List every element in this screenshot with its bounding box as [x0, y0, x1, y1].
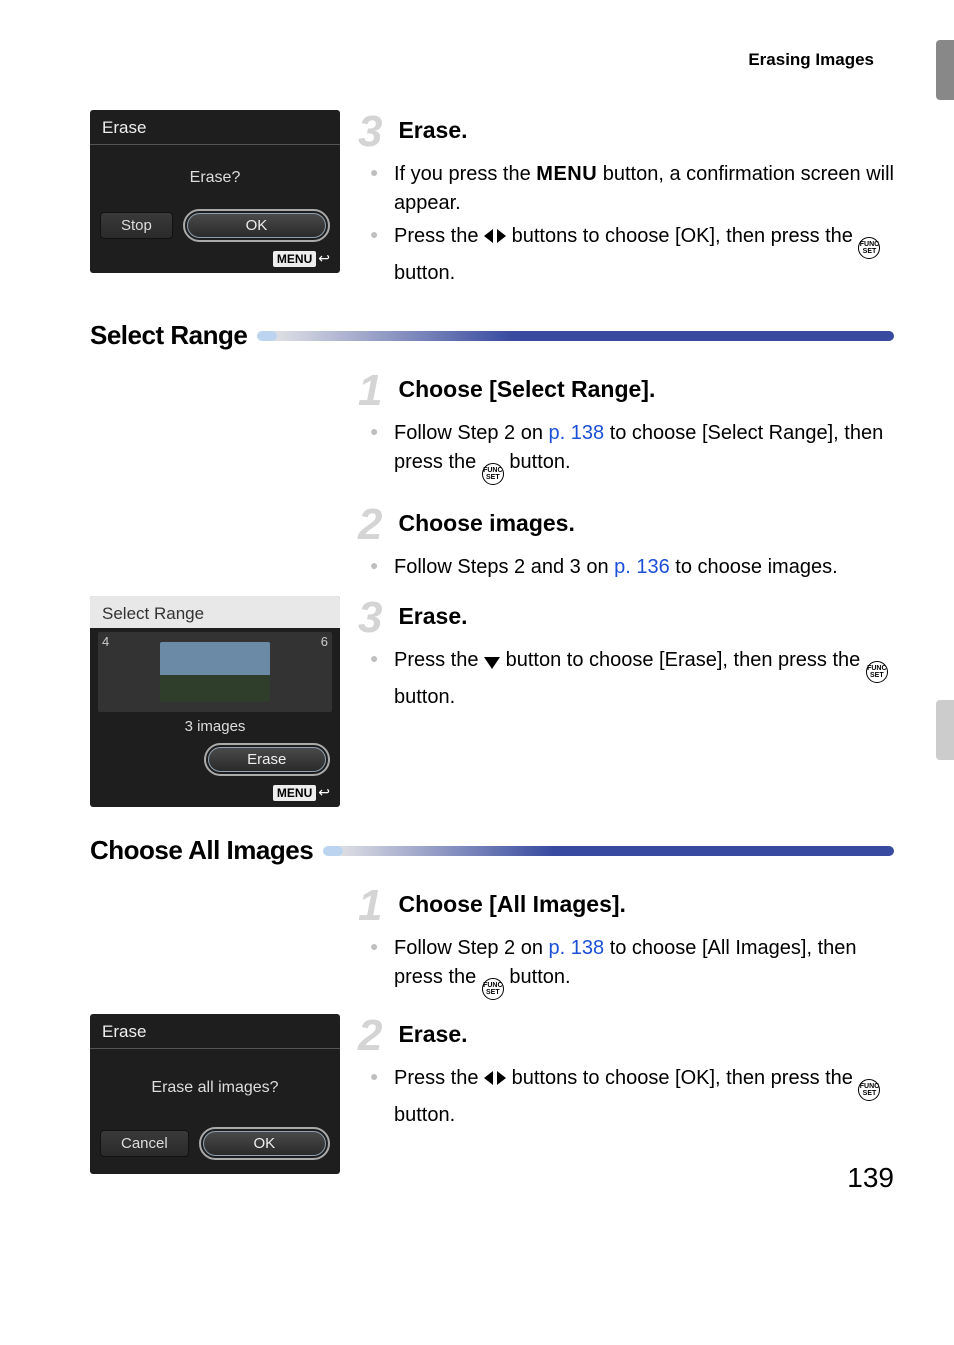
section-divider: [327, 846, 894, 856]
lcd-select-range: Select Range 4 6 3 images Erase MENU ↩: [90, 596, 340, 807]
back-icon: ↩: [318, 784, 330, 801]
page: Erasing Images Erase Erase? Stop OK MENU…: [0, 0, 954, 1224]
lcd-erase-confirm: Erase Erase? Stop OK MENU ↩: [90, 110, 340, 273]
lcd2-title: Select Range: [90, 596, 340, 628]
left-right-icon: [484, 1069, 506, 1087]
step3a-head: 3 Erase.: [358, 110, 894, 154]
step3a-bullet2: Press the buttons to choose [OK], then p…: [394, 222, 894, 288]
func-set-icon: FUNCSET: [858, 237, 880, 259]
func-set-icon: FUNCSET: [482, 463, 504, 485]
menu-word-icon: MENU: [536, 163, 597, 185]
thumbnail-icon: [160, 642, 270, 702]
header-text: Erasing Images: [748, 50, 874, 69]
lcd2-caption: 3 images: [90, 714, 340, 743]
left-right-icon: [484, 227, 506, 245]
func-set-icon: FUNCSET: [858, 1079, 880, 1101]
lcd2-erase-button[interactable]: Erase: [208, 747, 327, 772]
ai-s2-head: 2 Erase.: [358, 1014, 894, 1058]
lcd1-ok-button[interactable]: OK: [187, 213, 326, 238]
lcd1-title: Erase: [90, 110, 340, 142]
step-title: Erase.: [398, 603, 467, 629]
step-number: 1: [358, 369, 392, 413]
page-ref-link[interactable]: p. 138: [549, 422, 605, 444]
lcd3-ok-button[interactable]: OK: [203, 1131, 326, 1156]
step-title: Choose [All Images].: [398, 891, 625, 917]
step-number: 2: [358, 1014, 392, 1058]
ai-s1-head: 1 Choose [All Images].: [358, 884, 894, 928]
lcd1-ok-highlight: OK: [183, 209, 330, 242]
section-title: Choose All Images: [90, 835, 313, 866]
step-number: 3: [358, 596, 392, 640]
step-number: 2: [358, 503, 392, 547]
range-end-count: 6: [321, 634, 328, 649]
back-icon: ↩: [318, 250, 330, 267]
sr-s3-bullet1: Press the button to choose [Erase], then…: [394, 646, 894, 712]
lcd3-ok-highlight: OK: [199, 1127, 330, 1160]
lcd1-stop-button[interactable]: Stop: [100, 212, 173, 239]
sr-s3-head: 3 Erase.: [358, 596, 894, 640]
page-ref-link[interactable]: p. 138: [549, 937, 605, 959]
step-number: 1: [358, 884, 392, 928]
step-title: Choose [Select Range].: [398, 376, 655, 402]
step-number: 3: [358, 110, 392, 154]
page-header: Erasing Images: [90, 50, 894, 70]
lcd2-preview: 4 6: [98, 632, 332, 712]
step3a-bullet1: If you press the MENU button, a confirma…: [394, 160, 894, 218]
down-icon: [484, 655, 500, 669]
lcd3-prompt: Erase all images?: [90, 1049, 340, 1127]
section-select-range: Select Range: [90, 320, 894, 351]
section-all-images: Choose All Images: [90, 835, 894, 866]
sr-s1-bullet1: Follow Step 2 on p. 138 to choose [Selec…: [394, 419, 894, 485]
range-start-count: 4: [102, 634, 109, 649]
lcd3-cancel-button[interactable]: Cancel: [100, 1130, 189, 1157]
sr-s2-head: 2 Choose images.: [358, 503, 894, 547]
lcd2-erase-highlight: Erase: [204, 743, 331, 776]
page-number: 139: [847, 1162, 894, 1194]
step-title: Erase.: [398, 117, 467, 143]
menu-label: MENU: [273, 251, 316, 267]
step-title: Choose images.: [398, 510, 574, 536]
lcd3-title: Erase: [90, 1014, 340, 1046]
lcd1-prompt: Erase?: [90, 145, 340, 209]
ai-s1-bullet1: Follow Step 2 on p. 138 to choose [All I…: [394, 934, 894, 1000]
lcd-erase-all: Erase Erase all images? Cancel OK: [90, 1014, 340, 1174]
section-title: Select Range: [90, 320, 247, 351]
section-divider: [261, 331, 894, 341]
sr-s2-bullet1: Follow Steps 2 and 3 on p. 136 to choose…: [394, 553, 894, 582]
step-title: Erase.: [398, 1021, 467, 1047]
func-set-icon: FUNCSET: [866, 661, 888, 683]
page-ref-link[interactable]: p. 136: [614, 556, 670, 578]
sr-s1-head: 1 Choose [Select Range].: [358, 369, 894, 413]
menu-label: MENU: [273, 785, 316, 801]
ai-s2-bullet1: Press the buttons to choose [OK], then p…: [394, 1064, 894, 1130]
func-set-icon: FUNCSET: [482, 978, 504, 1000]
row-erase-confirm: Erase Erase? Stop OK MENU ↩ 3 Erase.: [90, 110, 894, 292]
